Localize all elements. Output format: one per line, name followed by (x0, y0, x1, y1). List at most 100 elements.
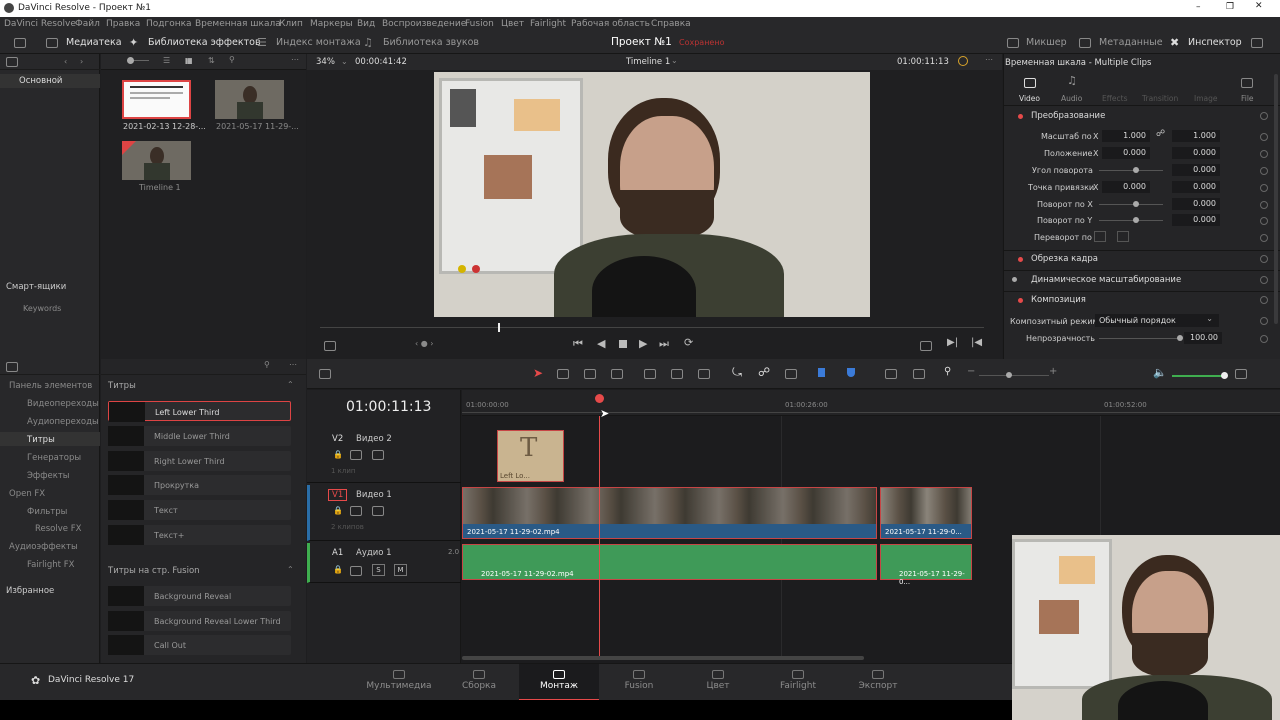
inspector-button[interactable]: Инспектор (1188, 37, 1242, 48)
video-tab-icon[interactable] (1024, 78, 1036, 88)
menu-item-fairlight[interactable]: Fairlight (530, 19, 566, 29)
minimize-icon[interactable]: – (1196, 2, 1201, 12)
tab-video[interactable]: Video (1019, 94, 1040, 103)
page-fairlight[interactable]: Fairlight (758, 664, 838, 701)
reset-composite-mode-icon[interactable] (1260, 317, 1268, 325)
bin-master[interactable]: Основной (19, 76, 62, 86)
replace-clip-icon[interactable] (698, 369, 710, 379)
favorites-heading[interactable]: Избранное (6, 586, 54, 596)
snapping-icon[interactable]: ⤿ (732, 365, 742, 380)
flip-v-icon[interactable] (1117, 231, 1129, 242)
rotation-slider[interactable] (1133, 167, 1139, 173)
volume-slider[interactable] (1172, 375, 1226, 377)
grid-view-icon[interactable]: ▦ (185, 56, 193, 65)
prev-edit-icon[interactable]: |◀ (971, 337, 982, 348)
video-clip-1[interactable]: 2021-05-17 11-29-02.mp4 (462, 487, 877, 539)
menu-item-help[interactable]: Справка (651, 19, 691, 29)
menu-item-resolve[interactable]: DaVinci Resolve (4, 19, 76, 29)
menu-item-workspace[interactable]: Рабочая область (571, 19, 650, 29)
menu-item-file[interactable]: Файл (75, 19, 100, 29)
tree-video-transitions[interactable]: Видеопереходы (27, 399, 99, 409)
audio-clip-1[interactable]: 2021-05-17 11-29-02.mp4 (462, 544, 877, 580)
playhead[interactable] (599, 416, 600, 656)
audio-clip-2[interactable]: 2021-05-17 11-29-0... (880, 544, 972, 586)
zoom-slider[interactable] (1006, 372, 1012, 378)
flip-h-icon[interactable] (1094, 231, 1106, 242)
more-options-icon[interactable]: ⋯ (291, 55, 299, 64)
detail-zoom-icon[interactable] (913, 369, 925, 379)
overwrite-clip-icon[interactable] (671, 369, 683, 379)
menu-item-view[interactable]: Вид (357, 19, 375, 29)
reset-dynzoom-icon[interactable] (1260, 276, 1268, 284)
reset-position-icon[interactable] (1260, 150, 1268, 158)
position-y-field[interactable]: 0.000 (1172, 147, 1220, 159)
marker-icon[interactable] (847, 368, 855, 377)
reset-pitch-icon[interactable] (1260, 201, 1268, 209)
page-media[interactable]: Мультимедиа (359, 664, 439, 701)
jump-start-icon[interactable]: ⏮ (573, 337, 583, 351)
tree-resolve-fx[interactable]: Resolve FX (35, 524, 81, 534)
video-clip-2[interactable]: 2021-05-17 11-29-0... (880, 487, 972, 539)
panel-toggle-icon[interactable] (6, 362, 18, 372)
play-icon[interactable]: ▶ (639, 337, 647, 350)
menu-item-trim[interactable]: Подгонка (146, 19, 192, 29)
tree-audio-transitions[interactable]: Аудиопереходы (27, 417, 99, 427)
anchor-y-field[interactable]: 0.000 (1172, 181, 1220, 193)
insert-clip-icon[interactable] (644, 369, 656, 379)
jog-control[interactable]: ‹ ● › (415, 339, 433, 348)
page-edit[interactable]: Монтаж (519, 664, 599, 701)
effects-icon[interactable]: ✦ (129, 36, 138, 49)
thumb-size-slider[interactable] (127, 57, 134, 64)
linked-selection-icon[interactable]: ☍ (758, 365, 770, 379)
track-name-v1[interactable]: Видео 1 (356, 490, 392, 500)
menu-item-playback[interactable]: Воспроизведение (382, 19, 466, 29)
close-icon[interactable]: ✕ (1255, 1, 1263, 11)
loop-icon[interactable]: ⟳ (684, 336, 693, 349)
opacity-field[interactable]: 100.00 (1184, 332, 1222, 344)
audio-tab-icon[interactable]: ♫ (1067, 74, 1077, 87)
mute-a1-button[interactable]: M (394, 564, 407, 576)
reset-yaw-icon[interactable] (1260, 217, 1268, 225)
file-tab-icon[interactable] (1241, 78, 1253, 88)
metadata-icon[interactable] (1079, 38, 1091, 48)
nav-forward-icon[interactable]: › (80, 57, 83, 66)
blade-tool-icon[interactable] (611, 369, 623, 379)
mixer-button[interactable]: Микшер (1026, 37, 1067, 48)
section-dynamic-zoom[interactable]: Динамическое масштабирование (1031, 275, 1181, 285)
tree-fairlight-fx[interactable]: Fairlight FX (27, 560, 74, 570)
trim-tool-icon[interactable] (557, 369, 569, 379)
crop-enable-dot[interactable] (1018, 257, 1023, 262)
full-extent-zoom-icon[interactable] (885, 369, 897, 379)
transform-enable-dot[interactable] (1018, 114, 1023, 119)
reset-flip-icon[interactable] (1260, 234, 1268, 242)
tree-titles[interactable]: Титры (27, 435, 55, 445)
viewer-mode-icon[interactable] (324, 341, 336, 351)
fx-options-icon[interactable]: ⋯ (289, 360, 297, 369)
list-view-icon[interactable]: ☰ (163, 56, 170, 65)
metadata-button[interactable]: Метаданные (1099, 37, 1163, 48)
tree-generators[interactable]: Генераторы (27, 453, 81, 463)
title-middle-lower-third[interactable]: Middle Lower Third (108, 426, 291, 446)
composite-enable-dot[interactable] (1018, 298, 1023, 303)
tree-filters[interactable]: Фильтры (27, 507, 67, 517)
position-lock-icon[interactable] (785, 369, 797, 379)
maximize-icon[interactable]: ❐ (1226, 2, 1234, 12)
reset-transform-icon[interactable] (1260, 112, 1268, 120)
section-crop[interactable]: Обрезка кадра (1031, 254, 1098, 264)
page-fusion[interactable]: Fusion (599, 664, 679, 701)
timeline-ruler[interactable]: 01:00:00:00 01:00:26:00 01:00:52:00 (462, 390, 1280, 416)
opacity-slider[interactable] (1177, 335, 1183, 341)
title-scroll[interactable]: Прокрутка (108, 475, 291, 495)
dynzoom-enable-dot[interactable] (1012, 277, 1017, 282)
edit-index-icon[interactable]: ☰ (257, 36, 267, 49)
menu-item-color[interactable]: Цвет (501, 19, 524, 29)
viewer-scrubber-handle[interactable] (498, 323, 500, 332)
bin-list-icon[interactable] (6, 57, 18, 67)
lock-v1-icon[interactable]: 🔒 (333, 506, 343, 515)
lock-a1-icon[interactable]: 🔒 (333, 565, 343, 574)
tree-effects[interactable]: Эффекты (27, 471, 70, 481)
title-text-plus[interactable]: Текст+ (108, 525, 291, 545)
auto-select-a1-icon[interactable] (350, 566, 362, 576)
tab-file[interactable]: File (1241, 94, 1254, 103)
yaw-slider[interactable] (1133, 217, 1139, 223)
